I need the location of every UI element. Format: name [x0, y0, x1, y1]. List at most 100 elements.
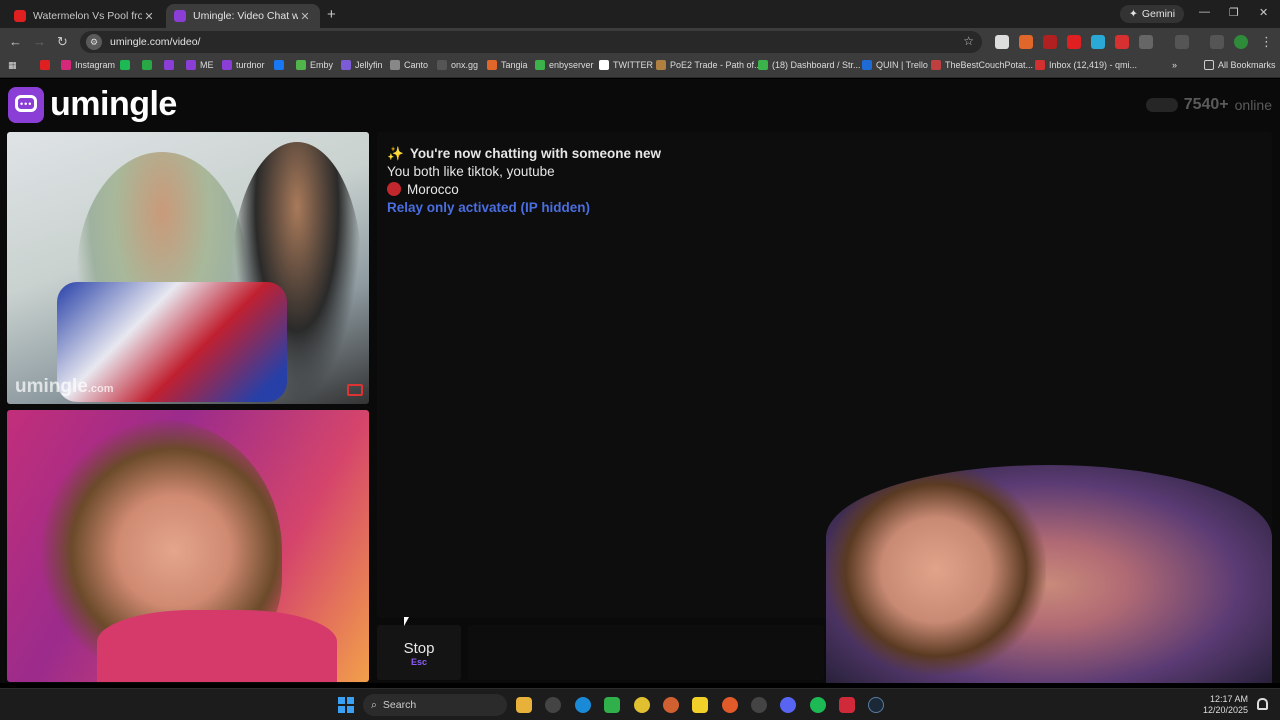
extension-icon[interactable]: [1043, 35, 1057, 49]
bookmark-item[interactable]: [120, 60, 130, 70]
reload-icon[interactable]: ↻: [57, 34, 68, 50]
bookmark-item[interactable]: enbyserver: [535, 60, 594, 70]
menu-kebab-icon[interactable]: ⋮: [1260, 34, 1273, 50]
bookmark-item[interactable]: Instagram: [61, 60, 115, 70]
bookmark-label: Instagram: [75, 60, 116, 70]
my-video: [7, 410, 369, 682]
bookmark-item[interactable]: Jellyfin: [341, 60, 383, 70]
bookmark-label: TheBestCouchPotat...: [945, 60, 1034, 70]
bookmark-label: onx.gg: [451, 60, 479, 70]
bookmark-item[interactable]: ME: [186, 60, 214, 70]
browser-tab[interactable]: Watermelon Vs Pool from 45m ✕: [6, 4, 164, 28]
file-explorer-icon[interactable]: [516, 697, 532, 713]
discord-icon[interactable]: [780, 697, 796, 713]
report-flag-icon[interactable]: [347, 384, 363, 396]
bookmark-label: Emby: [310, 60, 334, 70]
bookmark-label: enbyserver: [549, 60, 594, 70]
bookmark-item[interactable]: PoE2 Trade - Path of...: [656, 60, 762, 70]
app-icon[interactable]: [839, 697, 855, 713]
theme-toggle[interactable]: [1145, 98, 1178, 112]
new-tab-button[interactable]: +: [327, 6, 336, 23]
bookmark-item[interactable]: [40, 60, 54, 70]
self-camera-overlay: [826, 465, 1272, 683]
sticky-notes-icon[interactable]: [692, 697, 708, 713]
app-icon[interactable]: [751, 697, 767, 713]
firefox-icon[interactable]: [722, 697, 738, 713]
umingle-page: ••• umingle 7540+ online umingle.com ✨ Yo…: [0, 79, 1280, 683]
mouse-cursor-icon: [404, 617, 409, 626]
notification-bell-icon[interactable]: [1257, 698, 1268, 710]
gmail-icon: [1035, 60, 1045, 70]
extension-youtube-icon[interactable]: [1067, 35, 1081, 49]
bookmark-item[interactable]: Tangia: [487, 60, 528, 70]
relay-status-message: Relay only activated (IP hidden): [387, 200, 591, 215]
taskbar-search[interactable]: ⌕ Search: [363, 694, 507, 716]
search-icon: ⌕: [371, 698, 377, 711]
umingle-logo[interactable]: ••• umingle: [8, 85, 177, 124]
restore-icon[interactable]: ❐: [1229, 6, 1239, 19]
profile-avatar-icon[interactable]: [1234, 35, 1248, 49]
bookmark-label: Tangia: [501, 60, 528, 70]
close-window-icon[interactable]: ✕: [1259, 6, 1268, 19]
edge-icon[interactable]: [575, 697, 591, 713]
bookmark-icon: [142, 60, 152, 70]
bookmark-item[interactable]: turdnor: [222, 60, 265, 70]
taskbar-clock[interactable]: 12:17 AM 12/20/2025: [1203, 694, 1248, 716]
chat-input[interactable]: [468, 625, 824, 680]
side-panel-icon[interactable]: [1175, 35, 1189, 49]
app-icon[interactable]: [604, 697, 620, 713]
windows-start-icon[interactable]: [338, 697, 354, 713]
bookmark-item[interactable]: TheBestCouchPotat...: [931, 60, 1033, 70]
bookmark-item[interactable]: Inbox (12,419) - qmi...: [1035, 60, 1137, 70]
youtube-icon: [14, 10, 26, 22]
bookmark-item[interactable]: onx.gg: [437, 60, 478, 70]
browser-tab-active[interactable]: Umingle: Video Chat with S ✕: [166, 4, 320, 28]
bookmark-item[interactable]: Canto: [390, 60, 428, 70]
stop-label: Stop: [403, 640, 435, 657]
tangia-icon: [487, 60, 497, 70]
bookmark-item[interactable]: Emby: [296, 60, 333, 70]
extensions-puzzle-icon[interactable]: [1139, 35, 1153, 49]
umingle-favicon-icon: [174, 10, 186, 22]
extension-icon[interactable]: [1115, 35, 1129, 49]
bookmark-item[interactable]: (18) Dashboard / Str...: [758, 60, 861, 70]
extension-icon[interactable]: [1091, 35, 1105, 49]
tab-title: Watermelon Vs Pool from 45m: [33, 10, 142, 22]
bookmark-item[interactable]: TWITTER: [599, 60, 653, 70]
app-icon[interactable]: [545, 697, 561, 713]
spotify-icon[interactable]: [810, 697, 826, 713]
forward-arrow-icon[interactable]: →: [33, 34, 46, 49]
address-bar[interactable]: ⚙ umingle.com/video/ ☆: [80, 31, 982, 53]
trello-icon: [862, 60, 872, 70]
bookmark-item[interactable]: [274, 60, 284, 70]
tab-search-icon[interactable]: [1210, 35, 1224, 49]
twitch-icon: [186, 60, 196, 70]
bookmark-item[interactable]: [164, 60, 174, 70]
bookmark-label: Canto: [404, 60, 429, 70]
site-info-icon[interactable]: ⚙: [86, 34, 102, 50]
x-twitter-icon: [599, 60, 609, 70]
more-bookmarks-chevron-icon[interactable]: »: [1172, 60, 1177, 70]
close-tab-icon[interactable]: ✕: [142, 10, 156, 23]
minimize-icon[interactable]: —: [1199, 6, 1210, 18]
stop-button[interactable]: Stop Esc: [377, 625, 461, 680]
gemini-button[interactable]: ✦ Gemini: [1120, 5, 1185, 23]
bookmark-label: QUIN | Trello: [876, 60, 928, 70]
steam-icon[interactable]: [868, 697, 884, 713]
back-arrow-icon[interactable]: ←: [9, 34, 22, 49]
facebook-icon: [274, 60, 284, 70]
extension-k-icon[interactable]: [995, 35, 1009, 49]
close-tab-icon[interactable]: ✕: [298, 10, 312, 23]
bookmark-star-icon[interactable]: ☆: [963, 34, 974, 48]
extension-icon[interactable]: [1019, 35, 1033, 49]
bookmark-label: PoE2 Trade - Path of...: [670, 60, 762, 70]
app-icon[interactable]: [663, 697, 679, 713]
bookmark-item[interactable]: QUIN | Trello: [862, 60, 928, 70]
apps-grid-icon[interactable]: ▦: [8, 60, 17, 71]
chrome-icon[interactable]: [634, 697, 650, 713]
bookmark-label: (18) Dashboard / Str...: [772, 60, 861, 70]
stranger-video: umingle.com: [7, 132, 369, 404]
gemini-label: Gemini: [1141, 8, 1176, 20]
all-bookmarks-folder[interactable]: All Bookmarks: [1204, 60, 1276, 70]
bookmark-item[interactable]: [142, 60, 152, 70]
